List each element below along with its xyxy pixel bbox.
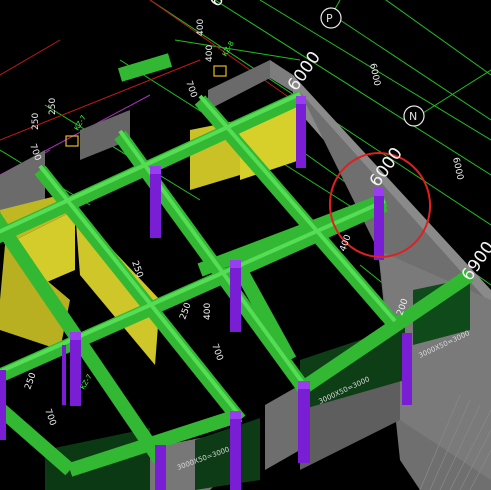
svg-text:P: P (326, 12, 333, 25)
svg-text:400: 400 (196, 19, 206, 36)
svg-text:250: 250 (31, 113, 41, 130)
svg-text:6000: 6000 (284, 48, 325, 95)
svg-text:400: 400 (205, 45, 215, 62)
svg-text:KZ-7: KZ-7 (79, 373, 94, 391)
svg-text:N: N (409, 110, 417, 123)
svg-text:700: 700 (209, 343, 224, 363)
svg-text:600: 600 (206, 0, 241, 11)
axis-bubble-n[interactable]: N (403, 105, 425, 127)
svg-text:250: 250 (48, 98, 58, 115)
svg-text:6000: 6000 (450, 157, 465, 182)
svg-text:6000: 6000 (367, 63, 382, 88)
svg-text:250: 250 (178, 301, 193, 321)
svg-text:400: 400 (203, 303, 213, 320)
model-canvas[interactable]: P N 400 400 700 250 250 700 250 400 700 … (0, 0, 491, 490)
axis-bubble-p[interactable]: P (320, 7, 342, 29)
section-marker-kz8[interactable] (213, 65, 227, 77)
svg-text:700: 700 (183, 80, 198, 100)
svg-text:700: 700 (42, 408, 57, 428)
svg-text:250: 250 (23, 371, 38, 391)
cad-3d-viewport[interactable]: P N 400 400 700 250 250 700 250 400 700 … (0, 0, 491, 490)
section-marker-kz7[interactable] (65, 135, 79, 147)
